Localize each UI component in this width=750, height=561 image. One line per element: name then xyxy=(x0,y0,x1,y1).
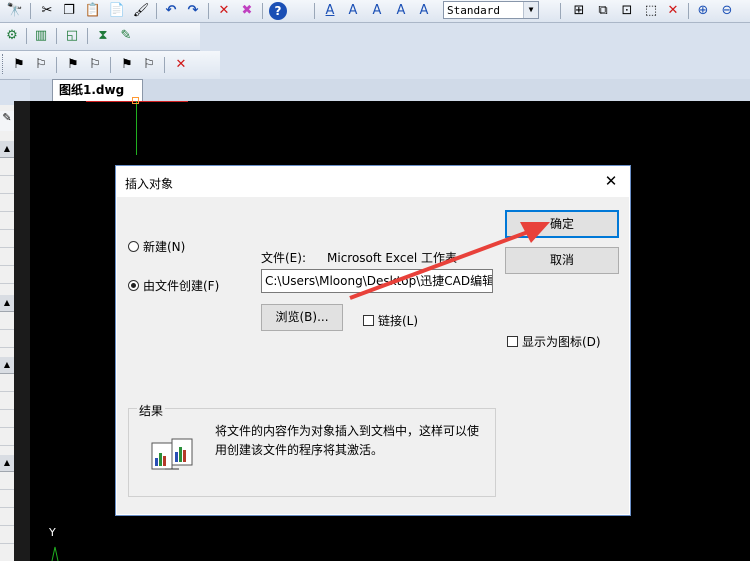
match-properties-icon[interactable]: 🖌 xyxy=(132,2,150,20)
cancel-button[interactable]: 取消 xyxy=(505,247,619,274)
close-icon[interactable]: ✕ xyxy=(664,2,682,20)
toolbar-snap: ⚙ ▥ ◱ ⧗ ✎ xyxy=(0,23,200,51)
binoculars-icon[interactable]: 🔭 xyxy=(6,2,24,20)
link-checkbox-label: 链接(L) xyxy=(378,314,419,328)
text-style-dropdown[interactable]: Standard ▼ xyxy=(443,1,539,19)
collapse-icon[interactable]: ▲ xyxy=(0,295,14,312)
hourglass-icon[interactable]: ⧗ xyxy=(94,27,112,45)
layout-icon[interactable]: ⊞ xyxy=(570,2,588,20)
tool1-icon[interactable]: ⚑ xyxy=(10,56,28,74)
display-as-icon-checkbox[interactable]: 显示为图标(D) xyxy=(507,333,601,350)
display-as-icon-box[interactable] xyxy=(507,336,518,347)
ucs-y-label: Y xyxy=(49,526,56,539)
dialog-body: 新建(N) 由文件创建(F) 文件(E): Microsoft Excel 工作… xyxy=(117,197,629,514)
paste-special-icon[interactable]: 📄 xyxy=(108,2,126,20)
chevron-down-icon[interactable]: ▼ xyxy=(523,2,538,18)
browse-button[interactable]: 浏览(B)... xyxy=(261,304,343,331)
toolbar-standard: 🔭 ✂ ❐ 📋 📄 🖌 ↶ ↷ ✕ ✖ ? A A A A A Standard… xyxy=(0,0,750,23)
object-icon xyxy=(151,438,193,470)
ungroup-icon[interactable]: ⊡ xyxy=(618,2,636,20)
pickbox xyxy=(132,97,139,104)
text-style-icon[interactable]: A xyxy=(321,2,339,20)
canvas-ruler xyxy=(14,101,30,561)
help-icon[interactable]: ? xyxy=(269,2,287,20)
layer-icon[interactable]: ◱ xyxy=(63,27,81,45)
insert-object-dialog: 插入对象 ✕ 新建(N) 由文件创建(F) 文件(E): Microsoft E… xyxy=(115,165,631,516)
tool4-icon[interactable]: ⚐ xyxy=(86,56,104,74)
text-icon[interactable]: A xyxy=(344,2,362,20)
crosshair-y xyxy=(136,101,137,155)
tool3-icon[interactable]: ⚑ xyxy=(64,56,82,74)
radio-new-label: 新建(N) xyxy=(143,240,186,254)
link-checkbox-box[interactable] xyxy=(363,315,374,326)
properties-icon[interactable]: ✎ xyxy=(0,111,14,131)
collapse-icon[interactable]: ▲ xyxy=(0,141,14,158)
dialog-title: 插入对象 xyxy=(125,177,174,191)
result-label: 结果 xyxy=(137,402,166,419)
delete-red-icon[interactable]: ✕ xyxy=(172,56,190,74)
delete-icon[interactable]: ✕ xyxy=(215,2,233,20)
radio-from-file-circle[interactable] xyxy=(128,280,139,291)
tool5-icon[interactable]: ⚑ xyxy=(118,56,136,74)
properties-panel: ▲ ▲ ▲ ▲ xyxy=(0,105,15,561)
tool6-icon[interactable]: ⚐ xyxy=(140,56,158,74)
grid-icon[interactable]: ▥ xyxy=(32,27,50,45)
ok-button[interactable]: 确定 xyxy=(505,210,619,238)
radio-from-file[interactable]: 由文件创建(F) xyxy=(128,277,219,294)
pen-icon[interactable]: ✎ xyxy=(117,27,135,45)
tab-drawing[interactable]: 图纸1.dwg xyxy=(52,79,144,101)
link-checkbox[interactable]: 链接(L) xyxy=(363,312,418,329)
file-path-input[interactable]: C:\Users\Mloong\Desktop\迅捷CAD编辑 xyxy=(261,269,493,293)
text-replace-icon[interactable]: A xyxy=(415,2,433,20)
result-description: 将文件的内容作为对象插入到文档中，这样可以使用创建该文件的程序将其激活。 xyxy=(215,424,480,457)
file-type: Microsoft Excel 工作表 xyxy=(327,251,458,265)
file-label: 文件(E): xyxy=(261,251,306,265)
select-icon[interactable]: ⬚ xyxy=(642,2,660,20)
radio-from-file-label: 由文件创建(F) xyxy=(143,279,220,293)
group-icon[interactable]: ⧉ xyxy=(594,2,612,20)
display-as-icon-label: 显示为图标(D) xyxy=(522,335,601,349)
cut-icon[interactable]: ✂ xyxy=(38,2,56,20)
text-edit-icon[interactable]: A xyxy=(368,2,386,20)
radio-new[interactable]: 新建(N) xyxy=(128,238,185,255)
erase-icon[interactable]: ✖ xyxy=(238,2,256,20)
collapse-icon[interactable]: ▲ xyxy=(0,455,14,472)
circle-snap-icon[interactable]: ⚙ xyxy=(3,27,21,45)
close-icon[interactable]: ✕ xyxy=(602,172,620,190)
tool2-icon[interactable]: ⚐ xyxy=(32,56,50,74)
undo-icon[interactable]: ↶ xyxy=(162,2,180,20)
redo-icon[interactable]: ↷ xyxy=(184,2,202,20)
copy-icon[interactable]: ❐ xyxy=(60,2,78,20)
text-find-icon[interactable]: A xyxy=(392,2,410,20)
toolbar-tools: ⚑ ⚐ ⚑ ⚐ ⚑ ⚐ ✕ xyxy=(0,51,220,80)
radio-new-circle[interactable] xyxy=(128,241,139,252)
text-style-value: Standard xyxy=(447,4,500,17)
zoom-in-icon[interactable]: ⊕ xyxy=(694,2,712,20)
ucs-axis-icon xyxy=(51,546,59,561)
collapse-icon[interactable]: ▲ xyxy=(0,357,14,374)
paste-icon[interactable]: 📋 xyxy=(84,2,102,20)
zoom-out-icon[interactable]: ⊖ xyxy=(718,2,736,20)
